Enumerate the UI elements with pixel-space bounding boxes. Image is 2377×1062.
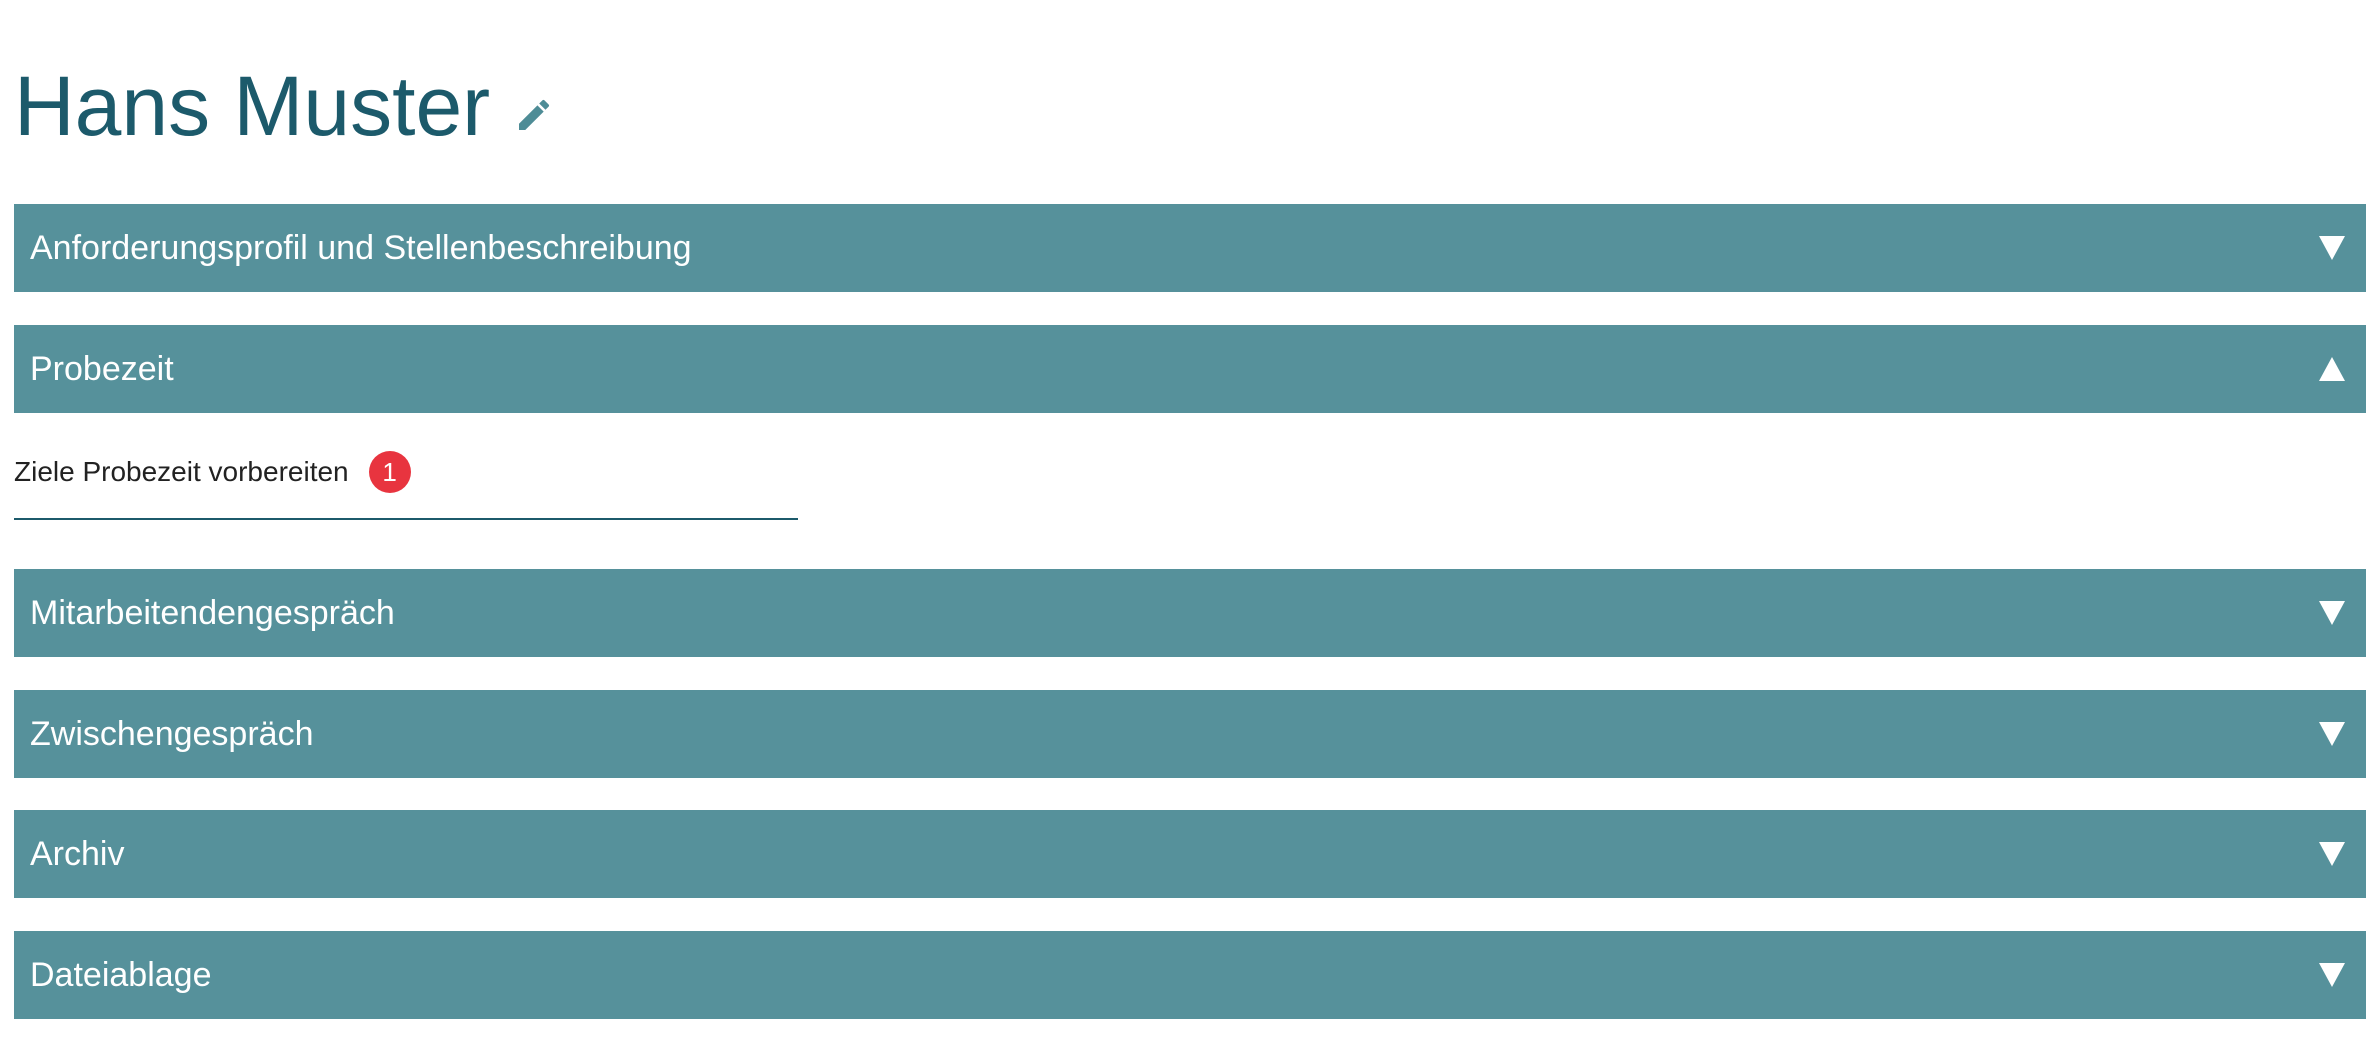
section-title: Zwischengespräch (30, 714, 314, 753)
chevron-down-icon (2316, 718, 2348, 750)
page-header: Hans Muster (14, 56, 556, 156)
section-archiv-header[interactable]: Archiv (14, 810, 2366, 898)
section-title: Mitarbeitendengespräch (30, 593, 395, 632)
section-dateiablage-header[interactable]: Dateiablage (14, 931, 2366, 1019)
section-title: Anforderungsprofil und Stellenbeschreibu… (30, 228, 692, 267)
section-title: Dateiablage (30, 955, 212, 994)
section-title: Probezeit (30, 349, 174, 388)
section-anforderungsprofil-header[interactable]: Anforderungsprofil und Stellenbeschreibu… (14, 204, 2366, 292)
notification-badge: 1 (368, 451, 411, 493)
task-label: Ziele Probezeit vorbereiten (14, 456, 349, 487)
chevron-up-icon (2316, 353, 2348, 385)
section-probezeit-header[interactable]: Probezeit (14, 325, 2366, 413)
section-title: Archiv (30, 834, 125, 873)
employee-page: Hans Muster Anforderungsprofil und Stell… (0, 0, 2377, 1062)
pencil-icon (519, 99, 550, 130)
chevron-down-icon (2316, 838, 2348, 870)
edit-name-button[interactable] (512, 93, 556, 137)
section-mitarbeitendengespraech-header[interactable]: Mitarbeitendengespräch (14, 569, 2366, 657)
chevron-down-icon (2316, 959, 2348, 991)
chevron-down-icon (2316, 597, 2348, 629)
page-title: Hans Muster (14, 59, 491, 153)
chevron-down-icon (2316, 232, 2348, 264)
task-ziele-probezeit[interactable]: Ziele Probezeit vorbereiten 1 (14, 440, 798, 520)
section-zwischengespraech-header[interactable]: Zwischengespräch (14, 690, 2366, 778)
